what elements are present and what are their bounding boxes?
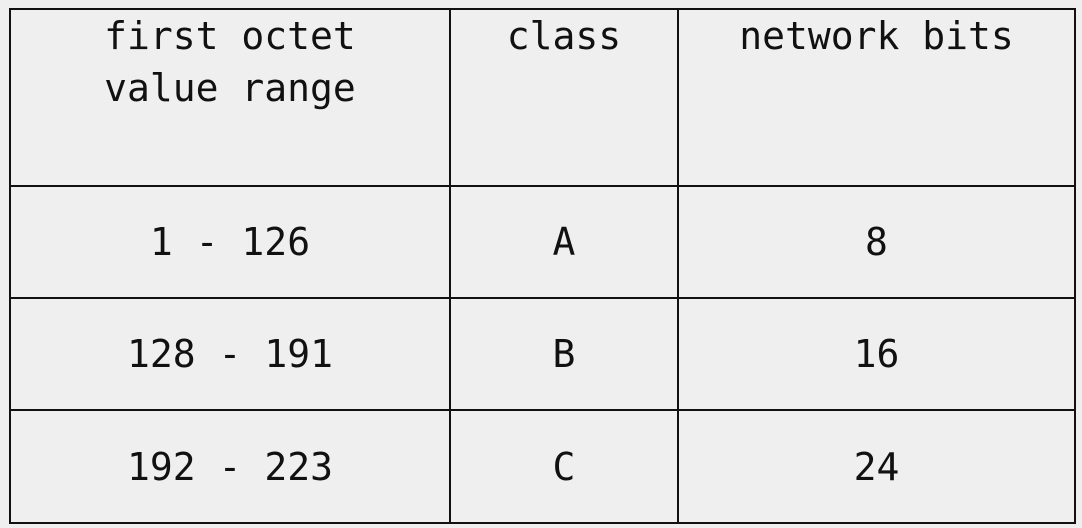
range-cell: 192 - 223 (9, 409, 451, 524)
header-first-octet-range-line1: first octet (104, 14, 356, 58)
range-cell: 128 - 191 (9, 297, 451, 411)
header-network-bits-label: network bits (739, 14, 1014, 58)
header-row: first octet value range class network bi… (9, 8, 1076, 187)
header-network-bits: network bits (677, 8, 1076, 187)
table-row: 128 - 191 B 16 (9, 297, 1076, 411)
network-bits-cell: 16 (677, 297, 1076, 411)
range-cell: 1 - 126 (9, 185, 451, 299)
header-first-octet-range: first octet value range (9, 8, 451, 187)
class-cell: C (449, 409, 679, 524)
class-cell: B (449, 297, 679, 411)
table-row: 192 - 223 C 24 (9, 409, 1076, 524)
ip-class-table: first octet value range class network bi… (9, 8, 1076, 524)
network-bits-cell: 8 (677, 185, 1076, 299)
header-first-octet-range-line2: value range (104, 66, 356, 110)
network-bits-cell: 24 (677, 409, 1076, 524)
class-cell: A (449, 185, 679, 299)
table-row: 1 - 126 A 8 (9, 185, 1076, 299)
header-class-label: class (506, 14, 622, 58)
header-class: class (449, 8, 679, 187)
